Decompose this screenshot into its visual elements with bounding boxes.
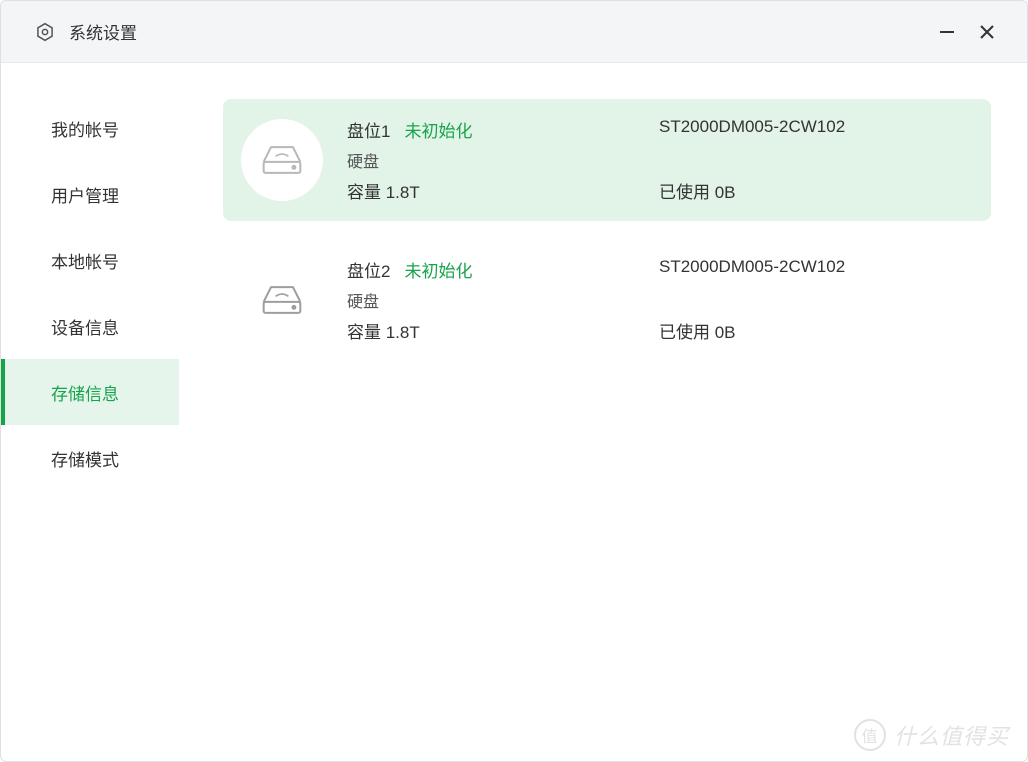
sidebar-item-label: 我的帐号 xyxy=(51,116,119,141)
drive-model: ST2000DM005-2CW102 xyxy=(659,257,971,277)
drive-type: 硬盘 xyxy=(347,148,659,172)
sidebar-item-label: 存储模式 xyxy=(51,446,119,471)
drive-capacity: 容量 1.8T xyxy=(347,318,659,343)
sidebar-item-label: 用户管理 xyxy=(51,182,119,207)
drive-slot-label: 盘位2 xyxy=(347,257,390,282)
settings-window: 系统设置 我的帐号 用户管理 本地帐号 设备信息 存储信息 存储模式 xyxy=(0,0,1028,762)
titlebar: 系统设置 xyxy=(1,1,1027,63)
drive-card[interactable]: 盘位1 未初始化 ST2000DM005-2CW102 硬盘 容量 1.8T 已… xyxy=(223,99,991,221)
sidebar: 我的帐号 用户管理 本地帐号 设备信息 存储信息 存储模式 xyxy=(1,63,179,761)
minimize-button[interactable] xyxy=(927,12,967,52)
drive-status: 未初始化 xyxy=(404,117,472,142)
sidebar-item-device-info[interactable]: 设备信息 xyxy=(1,293,179,359)
sidebar-item-local-account[interactable]: 本地帐号 xyxy=(1,227,179,293)
drive-info: 盘位2 未初始化 ST2000DM005-2CW102 硬盘 容量 1.8T 已… xyxy=(347,257,971,343)
drive-status: 未初始化 xyxy=(404,257,472,282)
sidebar-item-label: 本地帐号 xyxy=(51,248,119,273)
sidebar-item-my-account[interactable]: 我的帐号 xyxy=(1,95,179,161)
drive-card[interactable]: 盘位2 未初始化 ST2000DM005-2CW102 硬盘 容量 1.8T 已… xyxy=(223,239,991,361)
hard-drive-icon xyxy=(241,119,323,201)
drive-info: 盘位1 未初始化 ST2000DM005-2CW102 硬盘 容量 1.8T 已… xyxy=(347,117,971,203)
hard-drive-icon xyxy=(241,259,323,341)
sidebar-item-label: 存储信息 xyxy=(51,380,119,405)
sidebar-item-user-management[interactable]: 用户管理 xyxy=(1,161,179,227)
drive-model: ST2000DM005-2CW102 xyxy=(659,117,971,137)
drive-slot-label: 盘位1 xyxy=(347,117,390,142)
drive-capacity: 容量 1.8T xyxy=(347,178,659,203)
drive-used: 已使用 0B xyxy=(659,318,971,343)
window-title: 系统设置 xyxy=(69,19,927,44)
close-button[interactable] xyxy=(967,12,1007,52)
sidebar-item-label: 设备信息 xyxy=(51,314,119,339)
sidebar-item-storage-info[interactable]: 存储信息 xyxy=(1,359,179,425)
storage-info-panel: 盘位1 未初始化 ST2000DM005-2CW102 硬盘 容量 1.8T 已… xyxy=(179,63,1027,761)
sidebar-item-storage-mode[interactable]: 存储模式 xyxy=(1,425,179,491)
gear-icon xyxy=(35,22,55,42)
window-body: 我的帐号 用户管理 本地帐号 设备信息 存储信息 存储模式 xyxy=(1,63,1027,761)
drive-type: 硬盘 xyxy=(347,288,659,312)
drive-used: 已使用 0B xyxy=(659,178,971,203)
